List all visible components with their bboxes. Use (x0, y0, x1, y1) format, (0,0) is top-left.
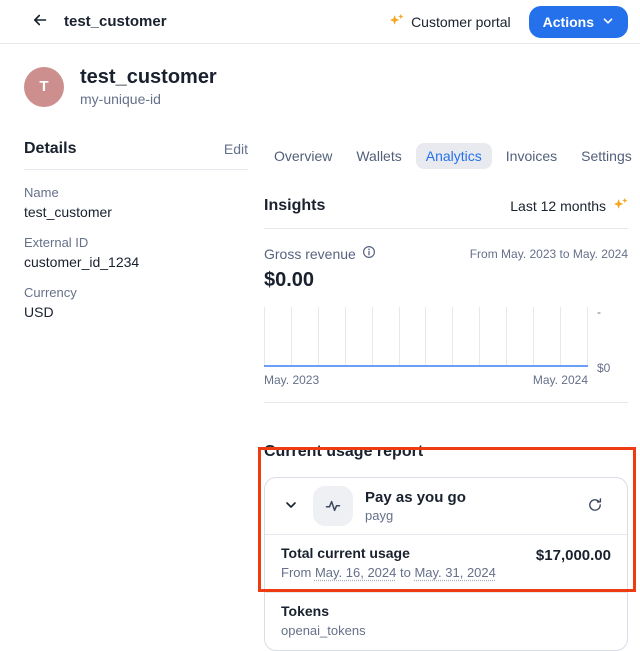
sparkles-icon (389, 13, 404, 31)
usage-report-title: Current usage report (264, 443, 628, 461)
gross-revenue-label-group: Gross revenue (264, 245, 376, 262)
topbar-left: test_customer (24, 6, 167, 38)
divider (264, 402, 628, 403)
customer-portal-link[interactable]: Customer portal (389, 13, 511, 31)
field-value: USD (24, 304, 248, 320)
refresh-button[interactable] (579, 490, 611, 522)
details-title: Details (24, 140, 76, 158)
field-label: Name (24, 185, 248, 200)
pulse-icon (313, 486, 353, 526)
usage-card: Pay as you go payg Total current usage F… (264, 477, 628, 651)
usage-item-text: Tokens openai_tokens (281, 603, 366, 638)
usage-period: From May. 16, 2024 to May. 31, 2024 (281, 565, 496, 580)
chart-y-labels: - $0 (588, 307, 628, 387)
actions-button[interactable]: Actions (529, 6, 628, 38)
tab-overview[interactable]: Overview (264, 143, 342, 169)
field-label: External ID (24, 235, 248, 250)
sparkles-icon (613, 197, 628, 215)
topbar-right: Customer portal Actions (389, 6, 628, 38)
chart-gridlines (264, 307, 588, 365)
field-label: Currency (24, 285, 248, 300)
chevron-down-icon (284, 498, 298, 515)
period-label: Last 12 months (510, 198, 606, 214)
field-value: test_customer (24, 204, 248, 220)
field-currency: Currency USD (24, 285, 248, 320)
actions-label: Actions (543, 14, 594, 30)
field-value: customer_id_1234 (24, 254, 248, 270)
refresh-icon (587, 497, 603, 516)
customer-identity: test_customer my-unique-id (80, 66, 217, 107)
field-name: Name test_customer (24, 185, 248, 220)
info-icon[interactable] (362, 245, 376, 262)
chart-plot (264, 307, 588, 367)
plan-name: Pay as you go (365, 489, 466, 506)
tab-analytics[interactable]: Analytics (416, 143, 492, 169)
usage-item-code: openai_tokens (281, 623, 366, 638)
details-header: Details Edit (24, 141, 248, 170)
plan-code: payg (365, 508, 466, 523)
total-usage-amount: $17,000.00 (536, 545, 611, 564)
main-panel: Overview Wallets Analytics Invoices Sett… (264, 141, 628, 651)
y-tick-max: - (597, 305, 601, 319)
customer-unique-id: my-unique-id (80, 91, 217, 107)
insights-title: Insights (264, 197, 325, 215)
details-panel: Details Edit Name test_customer External… (24, 141, 248, 651)
period-prefix: From (281, 565, 315, 580)
total-usage-label: Total current usage (281, 545, 496, 561)
tab-wallets[interactable]: Wallets (346, 143, 411, 169)
topbar: test_customer Customer portal Actions (0, 0, 640, 44)
chart-range-label: From May. 2023 to May. 2024 (470, 245, 628, 261)
gross-revenue-row: Gross revenue From May. 2023 to May. 202… (264, 245, 628, 262)
collapse-toggle[interactable] (281, 496, 301, 516)
topbar-title: test_customer (64, 13, 167, 30)
plan-title-group: Pay as you go payg (365, 489, 466, 523)
period-date-to[interactable]: May. 31, 2024 (414, 565, 495, 580)
avatar: T (24, 67, 64, 107)
gross-revenue-value: $0.00 (264, 269, 628, 292)
field-external-id: External ID customer_id_1234 (24, 235, 248, 270)
usage-item-row: Tokens openai_tokens (265, 593, 627, 650)
total-usage-text: Total current usage From May. 16, 2024 t… (281, 545, 496, 580)
arrow-left-icon (32, 12, 48, 31)
usage-card-header: Pay as you go payg (265, 478, 627, 534)
back-button[interactable] (24, 6, 56, 38)
x-tick-end: May. 2024 (533, 373, 588, 387)
insights-header: Insights Last 12 months (264, 197, 628, 229)
gross-revenue-chart: May. 2023 May. 2024 - $0 (264, 307, 628, 387)
tab-settings[interactable]: Settings (571, 143, 640, 169)
tab-invoices[interactable]: Invoices (496, 143, 567, 169)
period-join: to (396, 565, 414, 580)
usage-item-name: Tokens (281, 603, 366, 619)
total-usage-row: Total current usage From May. 16, 2024 t… (265, 535, 627, 592)
period-selector[interactable]: Last 12 months (510, 197, 628, 215)
customer-name: test_customer (80, 66, 217, 88)
chart-x-labels: May. 2023 May. 2024 (264, 373, 588, 387)
customer-header: T test_customer my-unique-id (24, 66, 628, 107)
customer-portal-label: Customer portal (411, 14, 511, 30)
tab-bar: Overview Wallets Analytics Invoices Sett… (264, 141, 628, 170)
main-content: T test_customer my-unique-id Details Edi… (0, 66, 640, 651)
x-tick-start: May. 2023 (264, 373, 319, 387)
chevron-down-icon (602, 14, 614, 30)
gross-revenue-label: Gross revenue (264, 246, 356, 262)
edit-button[interactable]: Edit (224, 141, 248, 157)
chart-plot-area: May. 2023 May. 2024 (264, 307, 588, 387)
y-tick-zero: $0 (597, 361, 610, 375)
period-date-from[interactable]: May. 16, 2024 (315, 565, 396, 580)
